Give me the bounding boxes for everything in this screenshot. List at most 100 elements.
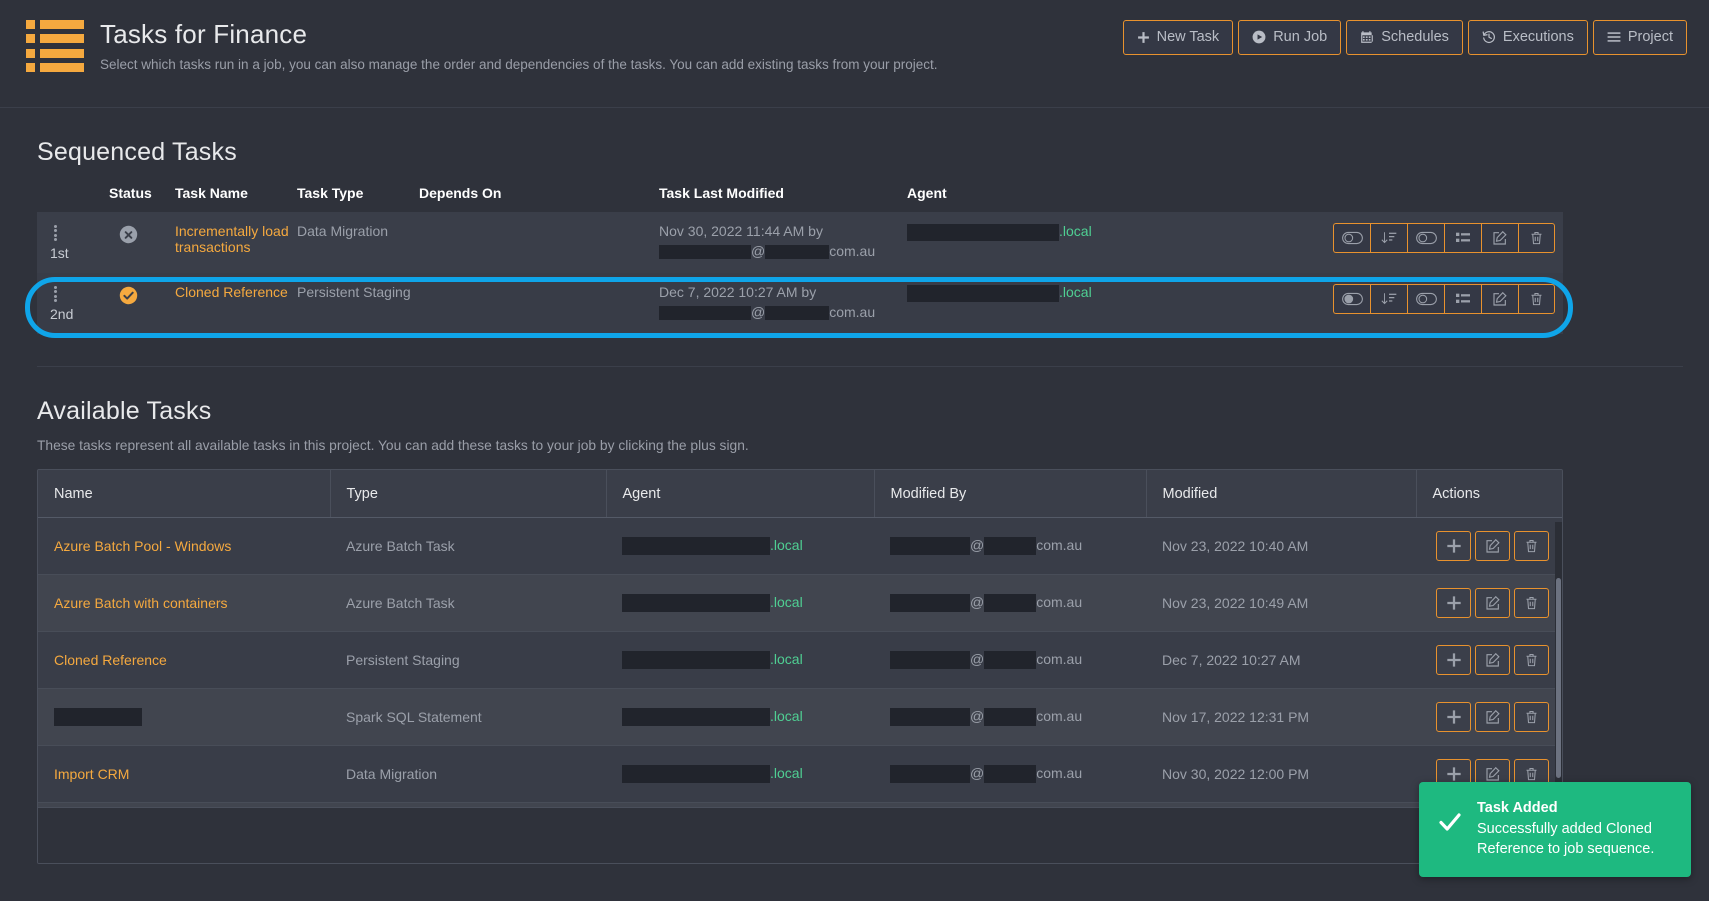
header-text-block: Tasks for Finance Select which tasks run… [100,16,1123,74]
table-row[interactable]: Spark SQL Statement .local @ com.au Nov 17, … [38,688,1562,746]
table-row[interactable]: Azure Batch with containers Azure Batch T… [38,574,1562,632]
toggle-icon[interactable] [1333,223,1370,253]
toggle-icon[interactable] [1333,284,1370,314]
toggle-small-icon[interactable] [1407,284,1444,314]
edit-icon[interactable] [1481,223,1518,253]
redacted-agent [622,708,770,727]
col-header-modified-by[interactable]: Modified By [874,470,1147,518]
row-action-group [1432,531,1562,561]
edit-icon[interactable] [1481,284,1518,314]
calendar-icon [1360,30,1374,44]
redacted-domain [765,245,830,260]
drag-handle-icon[interactable] [54,225,58,241]
depends-on-cell [419,273,659,334]
redacted-domain [984,651,1037,670]
task-name-link[interactable]: Incrementally load transactions [175,223,289,255]
redacted-agent [907,223,1059,241]
play-circle-icon [1252,30,1266,44]
task-name-link[interactable]: Azure Batch Pool - Windows [54,538,231,554]
redacted-user [890,594,970,613]
agent-suffix: .local [770,707,803,724]
col-header-name[interactable]: Name [38,470,331,518]
sort-descending-icon[interactable] [1370,284,1407,314]
sort-descending-icon[interactable] [1370,223,1407,253]
table-row[interactable]: Cloned Reference Persistent Staging .local… [38,631,1562,689]
task-name-cell: Cloned Reference [175,273,297,334]
add-icon[interactable] [1436,588,1471,618]
table-scrollbar-thumb[interactable] [1556,578,1561,778]
redacted-domain [765,306,830,321]
delete-icon[interactable] [1518,223,1555,253]
edit-icon[interactable] [1475,588,1510,618]
edit-icon[interactable] [1475,645,1510,675]
sequenced-row-actions [1147,284,1563,314]
task-name-link[interactable]: Import CRM [54,766,129,782]
table-row[interactable]: Import CRM Data Migration .local @ com.au Nov… [38,745,1562,803]
email-domain: com.au [1036,764,1083,781]
redacted-user [659,245,751,260]
task-name-cell: Incrementally load transactions [175,212,297,273]
available-header-row: Name Type Agent Modified By Modified Act… [38,470,1562,518]
edit-icon[interactable] [1475,702,1510,732]
run-job-label: Run Job [1273,29,1328,45]
table-scrollbar-track[interactable] [1555,522,1562,807]
last-modified-date: Nov 30, 2022 11:44 AM by [659,223,823,239]
hamburger-icon [1607,30,1621,44]
col-header-agent[interactable]: Agent [606,470,875,518]
col-header-modified[interactable]: Modified [1146,470,1417,518]
drag-handle-cell[interactable]: 2nd [37,273,109,334]
redacted-agent [622,537,770,556]
toast-notification[interactable]: Task Added Successfully added Cloned Ref… [1419,782,1691,877]
delete-icon[interactable] [1514,531,1549,561]
add-icon[interactable] [1436,702,1471,732]
cell-modified: Nov 17, 2022 12:31 PM [1146,688,1416,746]
sequenced-task-row[interactable]: 1st Incrementally load transactions Data… [37,212,1563,273]
schedules-button[interactable]: Schedules [1346,20,1463,55]
drag-handle-cell[interactable]: 1st [37,212,109,273]
sequenced-icon-group [1333,223,1555,253]
cell-modified-by: @ com.au [874,517,1146,575]
delete-icon[interactable] [1518,284,1555,314]
new-task-button[interactable]: New Task [1122,20,1234,55]
redacted-agent [622,594,770,613]
sequenced-icon-group [1333,284,1555,314]
project-button[interactable]: Project [1592,20,1687,55]
task-name-link[interactable]: Cloned Reference [54,652,167,668]
list-icon[interactable] [1444,223,1481,253]
add-icon[interactable] [1436,645,1471,675]
executions-button[interactable]: Executions [1467,20,1588,55]
delete-icon[interactable] [1514,702,1549,732]
delete-icon[interactable] [1514,645,1549,675]
email-domain: com.au [1036,536,1083,553]
cell-agent: .local [606,688,874,746]
list-icon[interactable] [1444,284,1481,314]
email-domain: com.au [1036,650,1083,667]
task-name-link[interactable]: Azure Batch with containers [54,595,228,611]
cell-modified-by: @ com.au [874,574,1146,632]
delete-icon[interactable] [1514,588,1549,618]
email-domain: com.au [1036,593,1083,610]
sequenced-tasks-table: Status Task Name Task Type Depends On Ta… [37,185,1563,334]
table-row[interactable]: Azure Batch Pool - Windows Azure Batch Ta… [38,517,1562,575]
page-title: Tasks for Finance [100,19,308,49]
status-disabled-icon[interactable] [119,225,175,247]
status-enabled-icon[interactable] [119,286,175,308]
row-action-group [1432,645,1562,675]
add-icon[interactable] [1436,531,1471,561]
available-tasks-title: Available Tasks [37,397,212,425]
col-header-type[interactable]: Type [330,470,607,518]
sequenced-task-row[interactable]: 2nd Cloned Reference Persistent Staging … [37,273,1563,334]
row-actions-cell [1147,212,1563,273]
last-modified-cell: Nov 30, 2022 11:44 AM by @ com.au [659,212,907,273]
cell-name: Cloned Reference [38,631,330,689]
cell-agent: .local [606,574,874,632]
toggle-small-icon[interactable] [1407,223,1444,253]
task-name-link[interactable]: Cloned Reference [175,284,288,300]
last-modified-date: Dec 7, 2022 10:27 AM by [659,284,817,300]
cell-actions [1416,574,1562,632]
seq-col-blank [37,185,109,212]
plus-icon [1137,31,1150,44]
run-job-button[interactable]: Run Job [1238,20,1342,55]
edit-icon[interactable] [1475,531,1510,561]
drag-handle-icon[interactable] [54,286,58,302]
